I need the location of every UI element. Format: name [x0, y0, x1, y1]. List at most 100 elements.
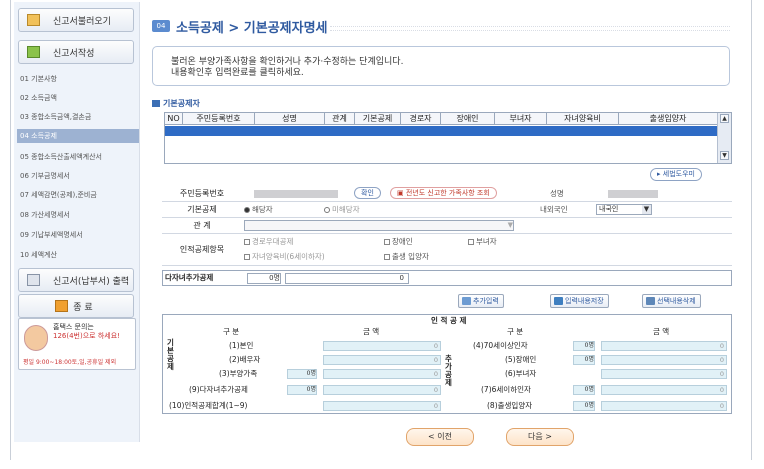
page-title: 소득공제 > 기본공제자명세 — [176, 20, 328, 36]
tax-help-button[interactable]: ▸ 세법도우미 — [650, 168, 702, 181]
radio-not-applicable[interactable]: 미해당자 — [324, 202, 360, 218]
col-rrn[interactable]: 주민등록번호 — [183, 113, 255, 124]
check-birth-adoption[interactable]: 출생 입양자 — [384, 249, 429, 265]
relation-select[interactable]: ▼ — [244, 220, 514, 231]
menu-income-amount[interactable]: 02 소득금액 — [20, 91, 136, 105]
grid-scrollbar[interactable]: ▲ ▼ — [717, 113, 731, 163]
check-elderly[interactable]: 경로우대공제 — [244, 234, 293, 250]
row-disabled-amount[interactable]: 0 — [601, 355, 727, 365]
write-return-button[interactable]: 신고서작성 — [18, 40, 134, 64]
document-icon: ▣ — [397, 189, 406, 197]
prev-button[interactable]: < 이전 — [406, 428, 474, 446]
row-birth-label: (8)출생입양자 — [487, 401, 533, 410]
row-disabled-label: (5)장애인 — [505, 355, 537, 364]
scroll-up-icon[interactable]: ▲ — [720, 114, 729, 123]
multi-child-amount[interactable]: 0 — [285, 273, 409, 284]
row-under6-amount[interactable]: 0 — [601, 385, 727, 395]
add-entry-button[interactable]: 추가입력 — [458, 294, 504, 308]
col-name[interactable]: 성명 — [255, 113, 325, 124]
row-spouse-amount[interactable]: 0 — [323, 355, 441, 365]
exit-button[interactable]: 종 료 — [18, 294, 134, 318]
section-bullet-icon — [152, 100, 160, 107]
title-divider — [330, 26, 730, 31]
row-birth-amount[interactable]: 0 — [601, 401, 727, 411]
save-icon — [554, 297, 563, 305]
row-multichild-amount[interactable]: 0 — [323, 385, 441, 395]
dependents-section-title: 기본공제자 — [152, 98, 200, 109]
check-child-care[interactable]: 자녀양육비(6세이하자) — [244, 249, 325, 265]
scroll-down-icon[interactable]: ▼ — [720, 151, 729, 160]
col-child[interactable]: 자녀양육비 — [547, 113, 619, 124]
confirm-button[interactable]: 확인 — [354, 187, 381, 199]
help-line1: 홈택스 문의는 — [53, 323, 94, 331]
delete-entry-button[interactable]: 선택내용삭제 — [642, 294, 701, 308]
radio-applicable[interactable]: 해당자 — [244, 202, 273, 218]
col-elderly[interactable]: 경로자 — [401, 113, 441, 124]
rrn-input[interactable] — [254, 190, 338, 198]
checkbox-icon — [244, 254, 250, 260]
rrn-row: 주민등록번호 확인 ▣ 전년도 신고한 가족사항 조회 성명 — [162, 186, 732, 202]
instruction-line2: 내용확인후 입력완료를 클릭하세요. — [171, 68, 304, 78]
col-birth[interactable]: 출생입양자 — [619, 113, 717, 124]
menu-basic-info[interactable]: 01 기본사항 — [20, 72, 136, 86]
menu-penalty-tax[interactable]: 08 가산세명세서 — [20, 208, 136, 222]
exit-arrow-icon — [55, 300, 68, 312]
col-female[interactable]: 부녀자 — [495, 113, 547, 124]
row-elderly-count[interactable]: 0명 — [573, 341, 595, 351]
help-line2: 126(4번)으로 하세요! — [53, 332, 120, 340]
row-under6-count[interactable]: 0명 — [573, 385, 595, 395]
table-row[interactable] — [165, 126, 717, 136]
delete-icon — [646, 297, 655, 305]
sidebar: 신고서불러오기 신고서작성 01 기본사항 02 소득금액 03 종합소득금액,… — [14, 2, 140, 442]
save-entry-button[interactable]: 입력내용저장 — [550, 294, 609, 308]
instruction-line1: 불러온 부양가족사항을 확인하거나 추가·수정하는 단계입니다. — [171, 57, 404, 67]
col-relation[interactable]: 관계 — [325, 113, 355, 124]
row-self-amount[interactable]: 0 — [323, 341, 441, 351]
checkbox-icon — [468, 239, 474, 245]
row-total-amount[interactable]: 0 — [323, 401, 441, 411]
row-multichild-count[interactable]: 0명 — [287, 385, 317, 395]
group-basic-label: 기본공제 — [167, 338, 174, 371]
checkbox-icon — [384, 254, 390, 260]
pencil-icon — [27, 46, 40, 58]
menu-tax-computation[interactable]: 10 세액계산 — [20, 248, 136, 262]
nationality-label: 내외국인 — [540, 205, 568, 214]
menu-income-deduction[interactable]: 04 소득공제 — [17, 129, 139, 143]
menu-prepaid-tax[interactable]: 09 기납부세액명세서 — [20, 228, 136, 242]
print-return-button[interactable]: 신고서(납부서) 출력 — [18, 268, 134, 292]
col-disabled[interactable]: 장애인 — [441, 113, 495, 124]
name-input[interactable] — [608, 190, 658, 198]
check-female[interactable]: 부녀자 — [468, 234, 497, 250]
load-return-button[interactable]: 신고서불러오기 — [18, 8, 134, 32]
col-no[interactable]: NO — [165, 113, 183, 124]
left-gubun-header: 구 분 — [223, 327, 240, 336]
menu-tax-reduction[interactable]: 07 세액감면(공제),준비금 — [20, 188, 136, 202]
basic-deduction-row: 기본공제 해당자 미해당자 내외국인 내국인 ▼ — [162, 202, 732, 218]
multi-child-count[interactable]: 0명 — [247, 273, 281, 284]
row-female-amount[interactable]: 0 — [601, 369, 727, 379]
grid-header: NO 주민등록번호 성명 관계 기본공제 경로자 장애인 부녀자 자녀양육비 출… — [165, 113, 717, 125]
row-dependents-amount[interactable]: 0 — [323, 369, 441, 379]
col-basic[interactable]: 기본공제 — [355, 113, 401, 124]
row-elderly-amount[interactable]: 0 — [601, 341, 727, 351]
row-birth-count[interactable]: 0명 — [573, 401, 595, 411]
folder-icon — [27, 14, 40, 26]
menu-total-income[interactable]: 03 종합소득금액,결손금 — [20, 110, 136, 124]
personal-deduction-label: 인적공제항목 — [179, 245, 225, 254]
row-disabled-count[interactable]: 0명 — [573, 355, 595, 365]
prev-year-family-button[interactable]: ▣ 전년도 신고한 가족사항 조회 — [390, 187, 497, 199]
next-button[interactable]: 다음 > — [506, 428, 574, 446]
nationality-select[interactable]: 내국인 ▼ — [596, 204, 652, 215]
hometax-help-box: 홈택스 문의는 126(4번)으로 하세요! 평일 9:00~18:00토,일,… — [18, 318, 136, 370]
row-dependents-count[interactable]: 0명 — [287, 369, 317, 379]
group-extra-label: 추가공제 — [445, 354, 452, 387]
menu-tax-calc-statement[interactable]: 05 종합소득산출세액계산서 — [20, 150, 136, 164]
menu-donation[interactable]: 06 기부금명세서 — [20, 169, 136, 183]
page-title-row: 04 소득공제 > 기본공제자명세 — [152, 18, 328, 36]
row-elderly-label: (4)70세이상인자 — [473, 341, 528, 350]
personal-deduction-row: 인적공제항목 경로우대공제 장애인 부녀자 자녀양육비(6세이하자) 출생 입양… — [162, 234, 732, 266]
multi-child-label: 다자녀추가공제 — [165, 273, 214, 282]
check-disabled[interactable]: 장애인 — [384, 234, 413, 250]
deduct-title: 인 적 공 제 — [431, 316, 467, 325]
rrn-label: 주민등록번호 — [179, 189, 225, 198]
